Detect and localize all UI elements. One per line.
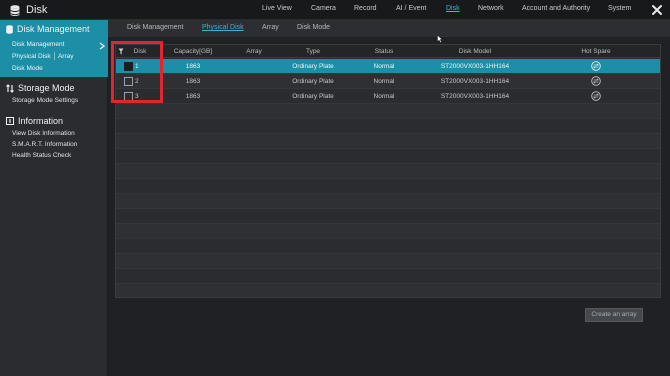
cell-type: Ordinary Plate (292, 93, 334, 100)
sidebar-group-label: Storage Mode (18, 83, 75, 93)
cell-capacity: 1863 (185, 63, 201, 70)
table-row[interactable]: 3 1863 Ordinary Plate Normal ST2000VX003… (116, 89, 660, 104)
column-disk-model[interactable]: Disk Model (459, 48, 491, 55)
window-title: Disk (26, 4, 48, 16)
column-type[interactable]: Type (306, 48, 320, 55)
swap-icon[interactable] (591, 91, 601, 101)
empty-row (116, 164, 660, 179)
sidebar-group-header: Information (6, 116, 63, 126)
cell-capacity: 1863 (185, 78, 201, 85)
sidebar-group-label: Information (18, 116, 64, 126)
sidebar-group-label: Disk Management (17, 24, 90, 34)
nav-ai-event[interactable]: AI / Event (396, 5, 426, 12)
empty-row (116, 224, 660, 239)
tab-disk-mode[interactable]: Disk Mode (297, 24, 330, 31)
sub-tabs: Disk Management Physical Disk Array Disk… (108, 20, 670, 37)
tab-disk-management[interactable]: Disk Management (127, 24, 183, 31)
info-icon (6, 117, 14, 125)
table-row[interactable]: 2 1863 Ordinary Plate Normal ST2000VX003… (116, 74, 660, 89)
sidebar-item-smart-information[interactable]: S.M.A.R.T. Information (12, 141, 77, 148)
sidebar-item-disk-mode[interactable]: Disk Mode (12, 65, 43, 72)
disk-icon (6, 24, 13, 34)
swap-icon[interactable] (591, 76, 601, 86)
nav-live-view[interactable]: Live View (262, 5, 292, 12)
nav-system[interactable]: System (608, 5, 631, 12)
sidebar-group-header: Disk Management (6, 24, 90, 34)
sidebar-item-health-status-check[interactable]: Health Status Check (12, 152, 71, 159)
empty-row (116, 209, 660, 224)
swap-icon[interactable] (591, 61, 601, 71)
empty-row (116, 149, 660, 164)
sidebar-group-header: Storage Mode (6, 83, 75, 93)
column-hot-spare[interactable]: Hot Spare (581, 48, 610, 55)
storage-mode-icon (6, 83, 14, 93)
cell-status: Normal (373, 78, 395, 85)
tab-array[interactable]: Array (262, 24, 279, 31)
column-status[interactable]: Status (375, 48, 393, 55)
empty-row (116, 254, 660, 269)
column-capacity[interactable]: Capacity[GB] (174, 48, 212, 55)
top-bar: Disk Live View Camera Record AI / Event … (0, 0, 670, 20)
column-array[interactable]: Array (246, 48, 262, 55)
disk-table: Disk Capacity[GB] Array Type Status Disk… (115, 44, 661, 298)
empty-row (116, 134, 660, 149)
chevron-right-icon (99, 42, 105, 50)
app-title: Disk (10, 3, 47, 17)
nav-record[interactable]: Record (354, 5, 377, 12)
cell-status: Normal (373, 93, 395, 100)
table-header: Disk Capacity[GB] Array Type Status Disk… (116, 45, 660, 58)
sidebar-group-storage-mode[interactable]: Storage Mode Storage Mode Settings (0, 80, 108, 110)
mouse-cursor-icon (437, 35, 443, 43)
database-icon (10, 4, 20, 16)
table-row[interactable]: 1 1863 Ordinary Plate Normal ST2000VX003… (116, 59, 660, 74)
sidebar-group-disk-management[interactable]: Disk Management Disk Management Physical… (0, 20, 108, 77)
cell-disk-model: ST2000VX003-1HH164 (440, 63, 510, 70)
cell-disk-model: ST2000VX003-1HH164 (440, 78, 510, 85)
empty-row (116, 239, 660, 254)
highlight-box (111, 41, 163, 103)
empty-row (116, 269, 660, 284)
tab-physical-disk[interactable]: Physical Disk (202, 24, 244, 31)
nav-network[interactable]: Network (478, 5, 504, 12)
sidebar-item-view-disk-information[interactable]: View Disk Information (12, 130, 75, 137)
sidebar: Disk Management Disk Management Physical… (0, 20, 108, 376)
empty-row (116, 104, 660, 119)
cell-status: Normal (373, 63, 395, 70)
sidebar-item-physical-disk-array[interactable]: Physical Disk │ Array (12, 53, 74, 60)
sidebar-item-storage-mode-settings[interactable]: Storage Mode Settings (12, 97, 78, 104)
cell-capacity: 1863 (185, 93, 201, 100)
empty-row (116, 119, 660, 134)
close-icon[interactable] (651, 4, 663, 16)
empty-row (116, 284, 660, 297)
cell-type: Ordinary Plate (292, 78, 334, 85)
nav-disk[interactable]: Disk (446, 5, 460, 12)
nav-account-authority[interactable]: Account and Authority (522, 5, 590, 12)
create-array-button[interactable]: Create an array (585, 308, 643, 322)
cell-type: Ordinary Plate (292, 63, 334, 70)
sidebar-item-disk-management[interactable]: Disk Management (12, 41, 64, 48)
empty-row (116, 179, 660, 194)
sidebar-group-information[interactable]: Information View Disk Information S.M.A.… (0, 114, 108, 162)
cell-disk-model: ST2000VX003-1HH164 (440, 93, 510, 100)
empty-row (116, 194, 660, 209)
nav-camera[interactable]: Camera (311, 5, 336, 12)
